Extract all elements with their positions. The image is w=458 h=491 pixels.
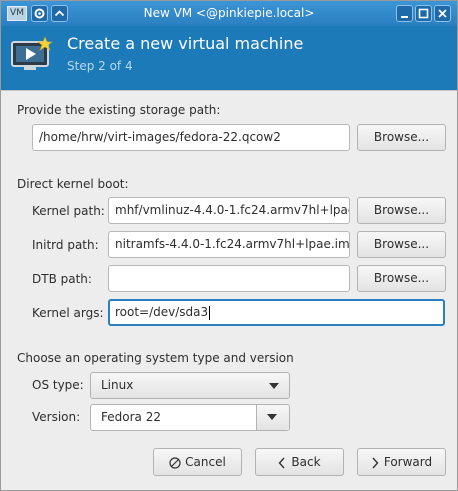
dtb-browse-button[interactable]: Browse... — [357, 265, 446, 292]
kernel-args-input[interactable]: root=/dev/sda3 — [108, 299, 445, 326]
header-divider — [1, 90, 457, 91]
title-bar[interactable]: VM New VM <@pinkiepie.local> — [1, 1, 457, 26]
new-vm-window: VM New VM <@pinkiepie.local> Create a ne… — [0, 0, 458, 491]
cancel-button[interactable]: Cancel — [153, 448, 242, 476]
os-type-select[interactable]: Linux — [90, 372, 290, 399]
os-section-label: Choose an operating system type and vers… — [17, 351, 294, 365]
chevron-down-icon — [267, 414, 277, 420]
minimize-icon[interactable] — [396, 5, 413, 22]
cancel-label: Cancel — [185, 455, 226, 469]
kernel-path-label: Kernel path: — [32, 204, 105, 218]
os-type-label: OS type: — [32, 378, 84, 392]
back-button[interactable]: Back — [255, 448, 344, 476]
wizard-step: Step 2 of 4 — [67, 59, 133, 73]
chevron-down-icon — [269, 383, 279, 389]
wizard-header: Create a new virtual machine Step 2 of 4 — [1, 26, 457, 90]
wizard-title: Create a new virtual machine — [67, 34, 304, 53]
os-type-value: Linux — [101, 378, 134, 392]
kernel-path-input[interactable]: mhf/vmlinuz-4.4.0-1.fc24.armv7hl+lpae — [108, 197, 350, 224]
forward-button[interactable]: Forward — [357, 448, 446, 476]
version-label: Version: — [32, 410, 81, 424]
initrd-path-input[interactable]: nitramfs-4.4.0-1.fc24.armv7hl+lpae.img — [108, 231, 350, 258]
initrd-path-label: Initrd path: — [32, 238, 99, 252]
maximize-icon[interactable] — [415, 5, 432, 22]
new-vm-icon — [10, 36, 54, 72]
storage-path-input[interactable]: /home/hrw/virt-images/fedora-22.qcow2 — [32, 124, 350, 151]
version-combo[interactable]: Fedora 22 — [90, 404, 290, 431]
kernel-args-label: Kernel args: — [32, 306, 104, 320]
text-cursor — [209, 305, 211, 320]
version-value: Fedora 22 — [101, 410, 161, 424]
kernel-section-label: Direct kernel boot: — [17, 177, 129, 191]
version-dropdown-button[interactable] — [256, 405, 289, 430]
chevron-left-icon — [278, 457, 286, 469]
chevron-right-icon — [371, 457, 379, 469]
storage-browse-button[interactable]: Browse... — [357, 124, 446, 151]
kernel-browse-button[interactable]: Browse... — [357, 197, 446, 224]
storage-section-label: Provide the existing storage path: — [17, 103, 221, 117]
dtb-path-input[interactable] — [108, 265, 350, 292]
back-label: Back — [291, 455, 321, 469]
window-title: New VM <@pinkiepie.local> — [143, 6, 315, 20]
forward-label: Forward — [383, 455, 433, 469]
dtb-path-label: DTB path: — [32, 272, 92, 286]
close-icon[interactable] — [434, 5, 451, 22]
kernel-args-text: root=/dev/sda3 — [115, 305, 209, 319]
initrd-browse-button[interactable]: Browse... — [357, 231, 446, 258]
cancel-icon — [169, 456, 181, 469]
